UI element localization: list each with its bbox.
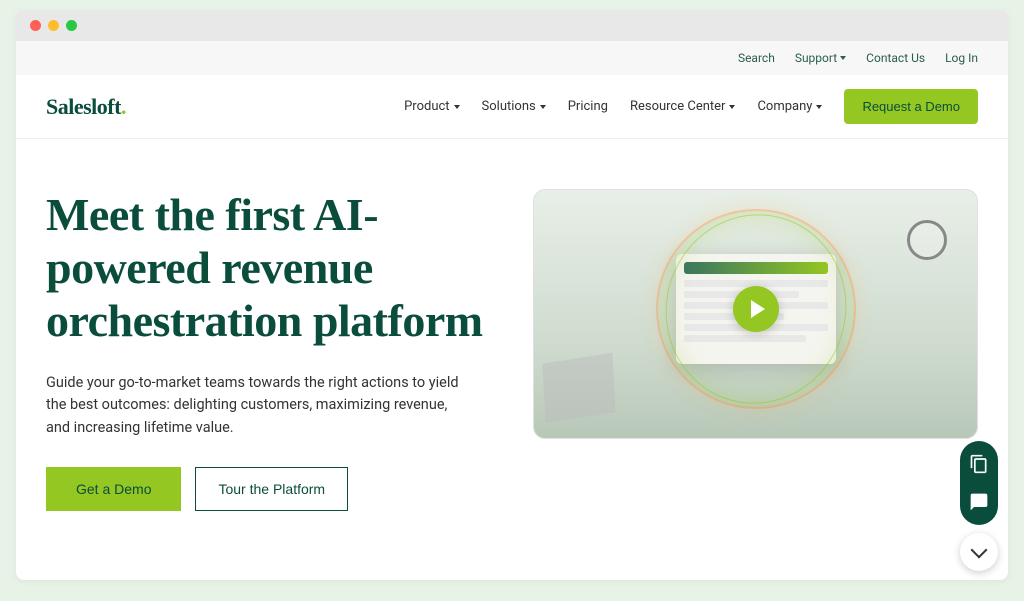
desk-background xyxy=(534,190,977,438)
nav-company[interactable]: Company xyxy=(757,99,822,114)
hero-ctas: Get a Demo Tour the Platform xyxy=(46,467,513,511)
chevron-down-icon xyxy=(540,105,546,109)
nav-resource-center[interactable]: Resource Center xyxy=(630,99,736,114)
video-thumbnail[interactable] xyxy=(533,189,978,439)
login-link[interactable]: Log In xyxy=(945,51,978,65)
chevron-down-icon xyxy=(971,542,988,559)
chevron-down-icon xyxy=(729,105,735,109)
request-demo-button[interactable]: Request a Demo xyxy=(844,89,978,124)
hero-subtitle: Guide your go-to-market teams towards th… xyxy=(46,372,466,439)
widget-pill xyxy=(960,441,998,525)
nav-solutions[interactable]: Solutions xyxy=(482,99,546,114)
play-icon xyxy=(751,300,765,318)
brand-logo[interactable]: Salesloft. xyxy=(46,94,126,120)
chat-icon[interactable] xyxy=(968,491,990,513)
get-demo-button[interactable]: Get a Demo xyxy=(46,467,181,511)
nav-links: Product Solutions Pricing Resource Cente… xyxy=(404,89,978,124)
lamp-prop xyxy=(907,220,947,260)
support-label: Support xyxy=(795,51,837,65)
hero-title: Meet the first AI-powered revenue orches… xyxy=(46,189,513,348)
play-button[interactable] xyxy=(733,286,779,332)
nav-pricing[interactable]: Pricing xyxy=(568,99,608,114)
widget-toggle[interactable] xyxy=(960,533,998,571)
hero-media xyxy=(533,189,978,511)
window-minimize-icon[interactable] xyxy=(48,20,59,31)
brand-dot: . xyxy=(121,94,126,119)
hero-content: Meet the first AI-powered revenue orches… xyxy=(46,189,513,511)
nav-product[interactable]: Product xyxy=(404,99,459,114)
utility-nav: Search Support Contact Us Log In xyxy=(16,41,1008,75)
support-dropdown[interactable]: Support xyxy=(795,51,846,65)
nav-resource-label: Resource Center xyxy=(630,99,726,114)
nav-product-label: Product xyxy=(404,99,449,114)
search-link[interactable]: Search xyxy=(738,51,775,65)
tour-platform-button[interactable]: Tour the Platform xyxy=(195,467,348,511)
documents-icon[interactable] xyxy=(968,453,990,475)
papers-prop xyxy=(543,353,616,424)
nav-solutions-label: Solutions xyxy=(482,99,536,114)
window-close-icon[interactable] xyxy=(30,20,41,31)
chevron-down-icon xyxy=(454,105,460,109)
brand-name: Salesloft xyxy=(46,94,121,119)
window-maximize-icon[interactable] xyxy=(66,20,77,31)
nav-company-label: Company xyxy=(757,99,812,114)
hero-section: Meet the first AI-powered revenue orches… xyxy=(16,139,1008,541)
floating-widget xyxy=(960,441,998,571)
main-nav: Salesloft. Product Solutions Pricing Res… xyxy=(16,75,1008,139)
chevron-down-icon xyxy=(840,56,846,60)
chevron-down-icon xyxy=(816,105,822,109)
browser-chrome xyxy=(16,10,1008,41)
contact-link[interactable]: Contact Us xyxy=(866,51,925,65)
